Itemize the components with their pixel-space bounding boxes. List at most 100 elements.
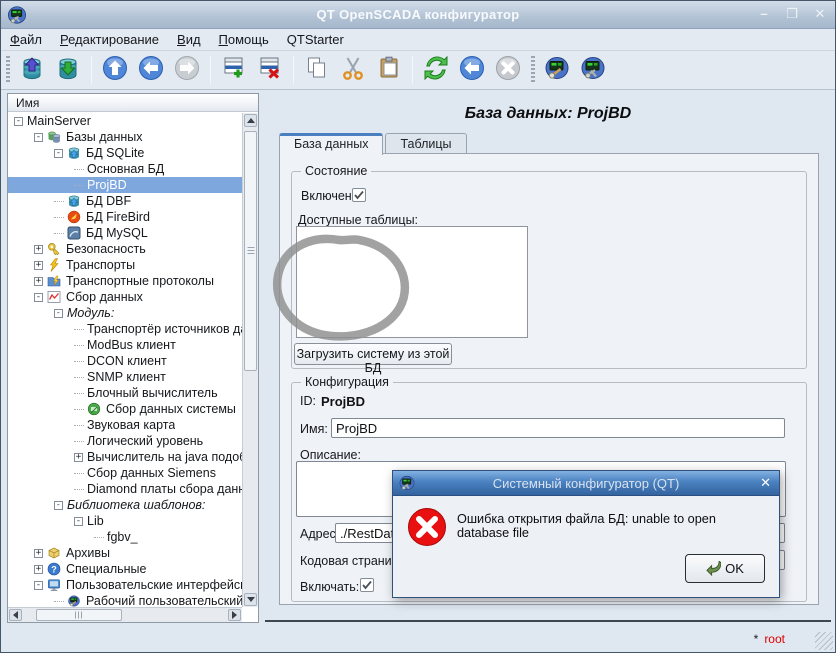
tree-column-header[interactable]: Имя bbox=[8, 94, 258, 112]
tree-item-modbus-клиент[interactable]: ModBus клиент bbox=[8, 337, 242, 353]
expand-icon[interactable]: + bbox=[34, 549, 43, 558]
tree-item-транспорты[interactable]: +Транспорты bbox=[8, 257, 242, 273]
tree-item-projbd[interactable]: ProjBD bbox=[8, 177, 242, 193]
minimize-button[interactable]: – bbox=[755, 5, 773, 23]
tree-item-label: Модуль: bbox=[67, 306, 114, 320]
qt-cfg-button[interactable] bbox=[576, 53, 610, 87]
add-item-button[interactable] bbox=[217, 53, 251, 87]
menu-вид[interactable]: Вид bbox=[168, 30, 210, 49]
stop-button[interactable] bbox=[491, 53, 525, 87]
collapse-icon[interactable]: - bbox=[34, 293, 43, 302]
resize-grip-icon[interactable] bbox=[815, 632, 833, 650]
tree-item-dcon-клиент[interactable]: DCON клиент bbox=[8, 353, 242, 369]
maximize-button[interactable]: ❐ bbox=[783, 5, 801, 23]
expand-icon[interactable]: + bbox=[34, 245, 43, 254]
expand-icon[interactable]: + bbox=[34, 261, 43, 270]
enable-checkbox[interactable] bbox=[360, 578, 374, 592]
tree-item-архивы[interactable]: +Архивы bbox=[8, 545, 242, 561]
scroll-up-icon[interactable] bbox=[244, 114, 257, 127]
start-button[interactable] bbox=[455, 53, 489, 87]
forward-button[interactable] bbox=[170, 53, 204, 87]
collapse-icon[interactable]: - bbox=[54, 149, 63, 158]
tree-item-вычислитель-на-java-подоби[interactable]: +Вычислитель на java подоби bbox=[8, 449, 242, 465]
tree-item-сбор-данных-siemens[interactable]: Сбор данных Siemens bbox=[8, 465, 242, 481]
save-to-db-button[interactable] bbox=[51, 53, 85, 87]
up-level-button[interactable] bbox=[98, 53, 132, 87]
copy-button[interactable] bbox=[300, 53, 334, 87]
tree-item-безопасность[interactable]: +Безопасность bbox=[8, 241, 242, 257]
collapse-icon[interactable]: - bbox=[34, 581, 43, 590]
tab-tables[interactable]: Таблицы bbox=[385, 133, 466, 154]
tree-connector bbox=[54, 201, 64, 202]
tree-item-модуль-[interactable]: -Модуль: bbox=[8, 305, 242, 321]
tree-item-mainserver[interactable]: -MainServer bbox=[8, 113, 242, 129]
paste-button[interactable] bbox=[372, 53, 406, 87]
collapse-icon[interactable]: - bbox=[34, 133, 43, 142]
scroll-left-icon[interactable] bbox=[9, 609, 22, 621]
dialog-title: Системный конфигуратор (QT) bbox=[393, 476, 779, 491]
tree-item-lib[interactable]: -Lib bbox=[8, 513, 242, 529]
load-system-button[interactable]: Загрузить систему из этой БД bbox=[294, 343, 452, 365]
menu-файл[interactable]: Файл bbox=[1, 30, 51, 49]
sys-daq-icon bbox=[87, 402, 102, 416]
qt-ui-button[interactable] bbox=[540, 53, 574, 87]
scroll-right-icon[interactable] bbox=[228, 609, 241, 621]
oscada-ui-icon bbox=[543, 54, 571, 87]
tree-item-бд-dbf[interactable]: БД DBF bbox=[8, 193, 242, 209]
tree-item-базы-данных[interactable]: -Базы данных bbox=[8, 129, 242, 145]
refresh-button[interactable] bbox=[419, 53, 453, 87]
scroll-down-icon[interactable] bbox=[244, 593, 257, 606]
tree-item-сбор-данных-системы[interactable]: Сбор данных системы bbox=[8, 401, 242, 417]
tree-item-звуковая-карта[interactable]: Звуковая карта bbox=[8, 417, 242, 433]
tree-item-бд-firebird[interactable]: БД FireBird bbox=[8, 209, 242, 225]
horizontal-scroll-thumb[interactable] bbox=[36, 609, 122, 621]
tree-item-diamond-платы-сбора-данны[interactable]: Diamond платы сбора данны bbox=[8, 481, 242, 497]
db-icon bbox=[67, 146, 82, 160]
load-from-db-button[interactable] bbox=[15, 53, 49, 87]
tree-item-snmp-клиент[interactable]: SNMP клиент bbox=[8, 369, 242, 385]
toolbar-drag-handle[interactable] bbox=[4, 56, 11, 84]
menu-редактирование[interactable]: Редактирование bbox=[51, 30, 168, 49]
tree-item-fgbv-[interactable]: fgbv_ bbox=[8, 529, 242, 545]
tree-vertical-scrollbar[interactable] bbox=[242, 113, 258, 607]
tree-connector bbox=[74, 169, 84, 170]
menu-qtstarter[interactable]: QTStarter bbox=[278, 30, 353, 49]
tab-database[interactable]: База данных bbox=[279, 133, 383, 155]
vertical-scroll-thumb[interactable] bbox=[244, 131, 257, 371]
close-button[interactable]: ✕ bbox=[811, 5, 829, 23]
menu-помощь[interactable]: Помощь bbox=[210, 30, 278, 49]
tree-item-специальные[interactable]: +?Специальные bbox=[8, 561, 242, 577]
tree-horizontal-scrollbar[interactable] bbox=[8, 607, 242, 622]
name-input[interactable] bbox=[331, 418, 785, 438]
tables-listbox[interactable] bbox=[296, 226, 528, 338]
tree-item-библиотека-шаблонов-[interactable]: -Библиотека шаблонов: bbox=[8, 497, 242, 513]
collapse-icon[interactable]: - bbox=[74, 517, 83, 526]
expand-icon[interactable]: + bbox=[34, 277, 43, 286]
delete-item-button[interactable] bbox=[253, 53, 287, 87]
modified-flag: * bbox=[754, 632, 759, 646]
cut-button[interactable] bbox=[336, 53, 370, 87]
expand-icon[interactable]: + bbox=[34, 565, 43, 574]
tree-connector bbox=[74, 361, 84, 362]
tree-item-пользовательские-интерфейсы[interactable]: -Пользовательские интерфейсы bbox=[8, 577, 242, 593]
tree-item-логический-уровень[interactable]: Логический уровень bbox=[8, 433, 242, 449]
ok-button[interactable]: OK bbox=[685, 554, 765, 583]
tree-item-блочный-вычислитель[interactable]: Блочный вычислитель bbox=[8, 385, 242, 401]
enabled-checkbox[interactable] bbox=[352, 188, 366, 202]
tree-item-рабочий-пользовательский[interactable]: Рабочий пользовательский bbox=[8, 593, 242, 607]
dialog-close-icon[interactable]: ✕ bbox=[760, 475, 771, 491]
back-button[interactable] bbox=[134, 53, 168, 87]
toolbar-drag-handle[interactable] bbox=[529, 56, 536, 84]
window-title: QT OpenSCADA конфигуратор bbox=[1, 7, 835, 22]
collapse-icon[interactable]: - bbox=[14, 117, 23, 126]
tree-item-транспорт-р-источников-дан[interactable]: Транспортёр источников дан bbox=[8, 321, 242, 337]
toolbar-separator bbox=[412, 56, 413, 84]
collapse-icon[interactable]: - bbox=[54, 309, 63, 318]
tree-item-основная-бд[interactable]: Основная БД bbox=[8, 161, 242, 177]
tree-item-бд-sqlite[interactable]: -БД SQLite bbox=[8, 145, 242, 161]
expand-icon[interactable]: + bbox=[74, 453, 83, 462]
tree-item-сбор-данных[interactable]: -Сбор данных bbox=[8, 289, 242, 305]
tree-item-транспортные-протоколы[interactable]: +Транспортные протоколы bbox=[8, 273, 242, 289]
collapse-icon[interactable]: - bbox=[54, 501, 63, 510]
tree-item-бд-mysql[interactable]: БД MySQL bbox=[8, 225, 242, 241]
